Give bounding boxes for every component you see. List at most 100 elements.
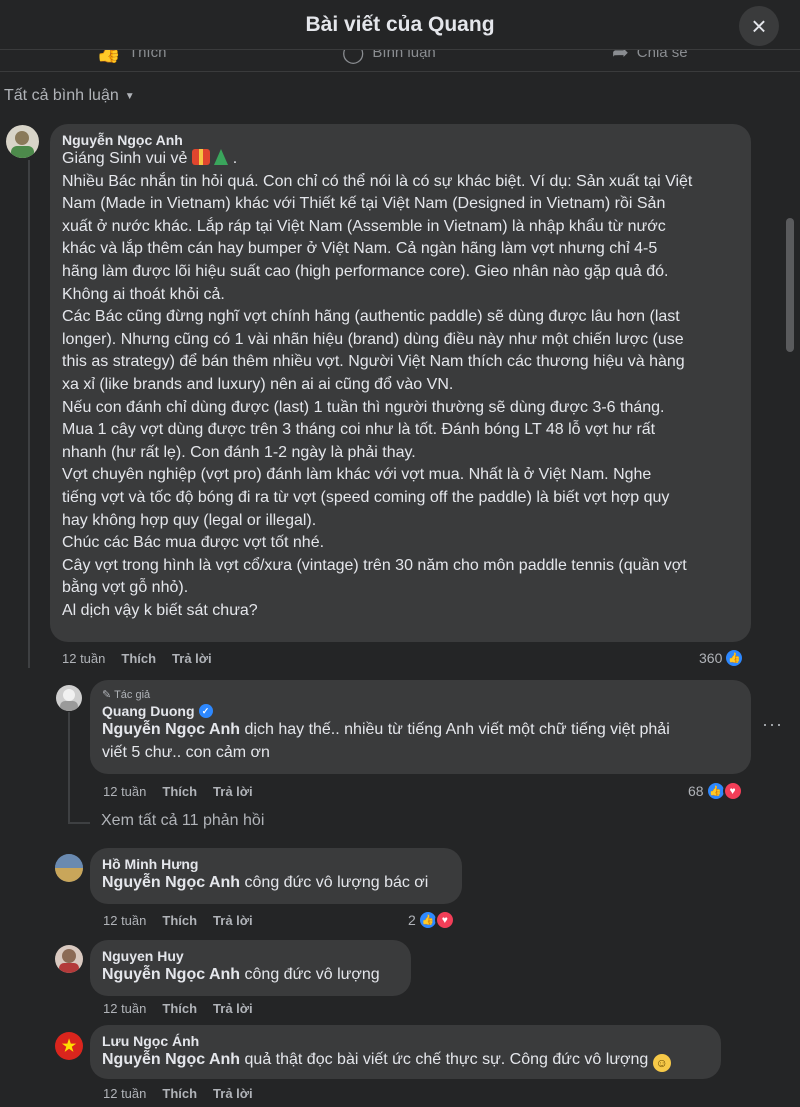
reply-text-body: công đức vô lượng bbox=[240, 966, 380, 983]
comment-author[interactable]: Nguyễn Ngọc Anh bbox=[62, 132, 739, 148]
avatar[interactable] bbox=[6, 125, 39, 158]
mention-link[interactable]: Nguyễn Ngọc Anh bbox=[102, 1051, 240, 1068]
avatar[interactable] bbox=[55, 945, 83, 973]
see-all-connector bbox=[68, 822, 90, 824]
scrollbar-thumb[interactable] bbox=[786, 218, 794, 352]
star-icon: ★ bbox=[61, 1038, 77, 1055]
like-action-button[interactable]: 👍 Thích bbox=[96, 50, 166, 65]
reply-text: Nguyễn Ngọc Anh quả thật đọc bài viết ức… bbox=[102, 1049, 709, 1073]
like-icon: 👍 bbox=[96, 50, 121, 64]
comment-text-line: hay không hợp quy (legal or illegal). bbox=[62, 511, 317, 529]
avatar[interactable] bbox=[55, 854, 83, 882]
comment-text-line: longer). Nhưng cũng có 1 vài nhãn hiệu (… bbox=[62, 330, 684, 348]
author-badge-label: Tác giả bbox=[114, 689, 151, 701]
reaction-count: 68 bbox=[688, 783, 704, 799]
comment-action-label: Bình luận bbox=[372, 50, 436, 61]
reply-connector bbox=[28, 660, 30, 668]
love-reaction-icon: ♥ bbox=[722, 781, 743, 801]
avatar[interactable]: ★ bbox=[55, 1032, 83, 1060]
comment-text-line: khác và lắp thêm cán hay bumper ở Việt N… bbox=[62, 240, 658, 258]
like-link[interactable]: Thích bbox=[162, 1001, 197, 1016]
reply-author[interactable]: Quang Duong ✓ bbox=[102, 703, 739, 719]
comment-text-line: Nam (Made in Vietnam) khác với Thiết kế … bbox=[62, 195, 666, 213]
reply-author[interactable]: Hồ Minh Hưng bbox=[102, 856, 450, 872]
see-all-replies-link[interactable]: Xem tất cả 11 phản hồi bbox=[101, 812, 264, 830]
comment-text-line: Nhiều Bác nhắn tin hỏi quá. Con chỉ có t… bbox=[62, 172, 693, 190]
reply-text-line1: dịch hay thế.. nhiều từ tiếng Anh viết m… bbox=[240, 721, 670, 738]
mention-link[interactable]: Nguyễn Ngọc Anh bbox=[102, 721, 240, 738]
share-icon: ➦ bbox=[612, 50, 629, 64]
like-link[interactable]: Thích bbox=[162, 784, 197, 799]
reply-author[interactable]: Nguyen Huy bbox=[102, 948, 399, 964]
thread-line bbox=[28, 160, 30, 660]
reply-link[interactable]: Trả lời bbox=[213, 1086, 253, 1101]
reply-thread-line bbox=[68, 712, 70, 822]
pencil-icon: ✎ bbox=[102, 689, 112, 701]
share-action-button[interactable]: ➦ Chia sẻ bbox=[612, 50, 688, 65]
reaction-summary[interactable]: 68 👍 ♥ bbox=[688, 781, 743, 801]
comment-time[interactable]: 12 tuần bbox=[62, 651, 105, 666]
comment-text-line: nhanh (hư rất lẹ). Con đánh 1-2 ngày là … bbox=[62, 443, 416, 461]
comment-text: Nhiều Bác nhắn tin hỏi quá. Con chỉ có t… bbox=[62, 171, 739, 623]
comment-text-line: Không ai thoát khỏi cả. bbox=[62, 285, 225, 303]
author-badge: ✎ Tác giả bbox=[102, 688, 739, 701]
reply-bubble: Hồ Minh Hưng Nguyễn Ngọc Anh công đức vô… bbox=[90, 848, 462, 904]
comment-text-line: Các Bác cũng đừng nghĩ vợt chính hãng (a… bbox=[62, 308, 680, 326]
reply-bubble: Lưu Ngọc Ánh Nguyễn Ngọc Anh quả thật đọ… bbox=[90, 1025, 721, 1079]
reply-bubble: ✎ Tác giả Quang Duong ✓ Nguyễn Ngọc Anh … bbox=[90, 680, 751, 774]
more-options-icon[interactable]: ··· bbox=[762, 714, 783, 735]
like-reaction-icon: 👍 bbox=[724, 648, 745, 668]
caret-down-icon: ▼ bbox=[124, 90, 135, 102]
reply-text: Nguyễn Ngọc Anh dịch hay thế.. nhiều từ … bbox=[102, 719, 739, 764]
comment-filter-dropdown[interactable]: Tất cả bình luận ▼ bbox=[4, 87, 135, 105]
like-link[interactable]: Thích bbox=[162, 1086, 197, 1101]
reaction-count: 2 bbox=[408, 912, 416, 928]
reply-author[interactable]: Lưu Ngọc Ánh bbox=[102, 1033, 709, 1049]
reaction-summary[interactable]: 2 👍 ♥ bbox=[408, 910, 455, 930]
avatar[interactable] bbox=[56, 685, 82, 711]
reply-meta: 12 tuần Thích Trả lời bbox=[103, 1001, 253, 1016]
share-action-label: Chia sẻ bbox=[636, 50, 688, 61]
reply-time[interactable]: 12 tuần bbox=[103, 1001, 146, 1016]
comment-text-line: Vợt chuyên nghiệp (vợt pro) đánh làm khá… bbox=[62, 466, 652, 484]
smiling-face-icon: ☺ bbox=[652, 1054, 671, 1073]
mention-link[interactable]: Nguyễn Ngọc Anh bbox=[102, 874, 240, 891]
comment-text-line: hãng làm được lõi hiệu suất cao (high pe… bbox=[62, 262, 669, 280]
reply-time[interactable]: 12 tuần bbox=[103, 1086, 146, 1101]
mention-link[interactable]: Nguyễn Ngọc Anh bbox=[102, 966, 240, 983]
comment-text-line: Cây vợt trong hình là vợt cổ/xưa (vintag… bbox=[62, 556, 687, 574]
close-icon[interactable]: × bbox=[739, 6, 779, 46]
reply-time[interactable]: 12 tuần bbox=[103, 784, 146, 799]
comment-text-line: xuất ở nước khác. Lắp ráp tại Việt Nam (… bbox=[62, 217, 666, 235]
reply-text-line2: viết 5 chư.. con cảm ơn bbox=[102, 743, 270, 761]
comment-action-button[interactable]: ◯ Bình luận bbox=[342, 50, 436, 65]
christmas-tree-icon bbox=[214, 149, 229, 165]
comment-text-line: tiếng vợt và tốc độ bóng đi ra từ vợt (s… bbox=[62, 488, 670, 506]
reaction-count: 360 bbox=[699, 650, 723, 666]
reply-link[interactable]: Trả lời bbox=[213, 1001, 253, 1016]
reaction-summary[interactable]: 360 👍 bbox=[699, 648, 745, 668]
comment-text-line: Al dịch vậy k biết sát chưa? bbox=[62, 601, 258, 619]
gift-icon bbox=[191, 149, 210, 165]
avatar-photo-icon bbox=[55, 854, 83, 882]
reply-link[interactable]: Trả lời bbox=[172, 651, 212, 666]
reply-link[interactable]: Trả lời bbox=[213, 784, 253, 799]
comment-greeting: Giáng Sinh vui vẻ . bbox=[62, 149, 238, 167]
comment-filter-label: Tất cả bình luận bbox=[4, 87, 119, 104]
post-action-bar: 👍 Thích ◯ Bình luận ➦ Chia sẻ bbox=[0, 50, 800, 72]
reply-text: Nguyễn Ngọc Anh công đức vô lượng bbox=[102, 964, 399, 987]
verified-badge-icon: ✓ bbox=[198, 704, 213, 718]
reply-author-name: Quang Duong bbox=[102, 703, 195, 719]
reply-meta: 12 tuần Thích Trả lời bbox=[103, 784, 253, 799]
dialog-header: Bài viết của Quang × bbox=[0, 0, 800, 50]
comment-text-line: xa xỉ (like brands and luxury) nên ai ai… bbox=[62, 375, 454, 393]
dialog-title: Bài viết của Quang bbox=[305, 12, 495, 36]
love-reaction-icon: ♥ bbox=[434, 910, 455, 930]
reply-text-body: công đức vô lượng bác ơi bbox=[240, 874, 429, 891]
comment-text-line: Nếu con đánh chỉ dùng được (last) 1 tuần… bbox=[62, 398, 665, 416]
comment-bubble: Nguyễn Ngọc Anh Giáng Sinh vui vẻ . Nhiề… bbox=[50, 124, 751, 642]
like-link[interactable]: Thích bbox=[162, 913, 197, 928]
reply-link[interactable]: Trả lời bbox=[213, 913, 253, 928]
reply-time[interactable]: 12 tuần bbox=[103, 913, 146, 928]
like-link[interactable]: Thích bbox=[121, 651, 156, 666]
